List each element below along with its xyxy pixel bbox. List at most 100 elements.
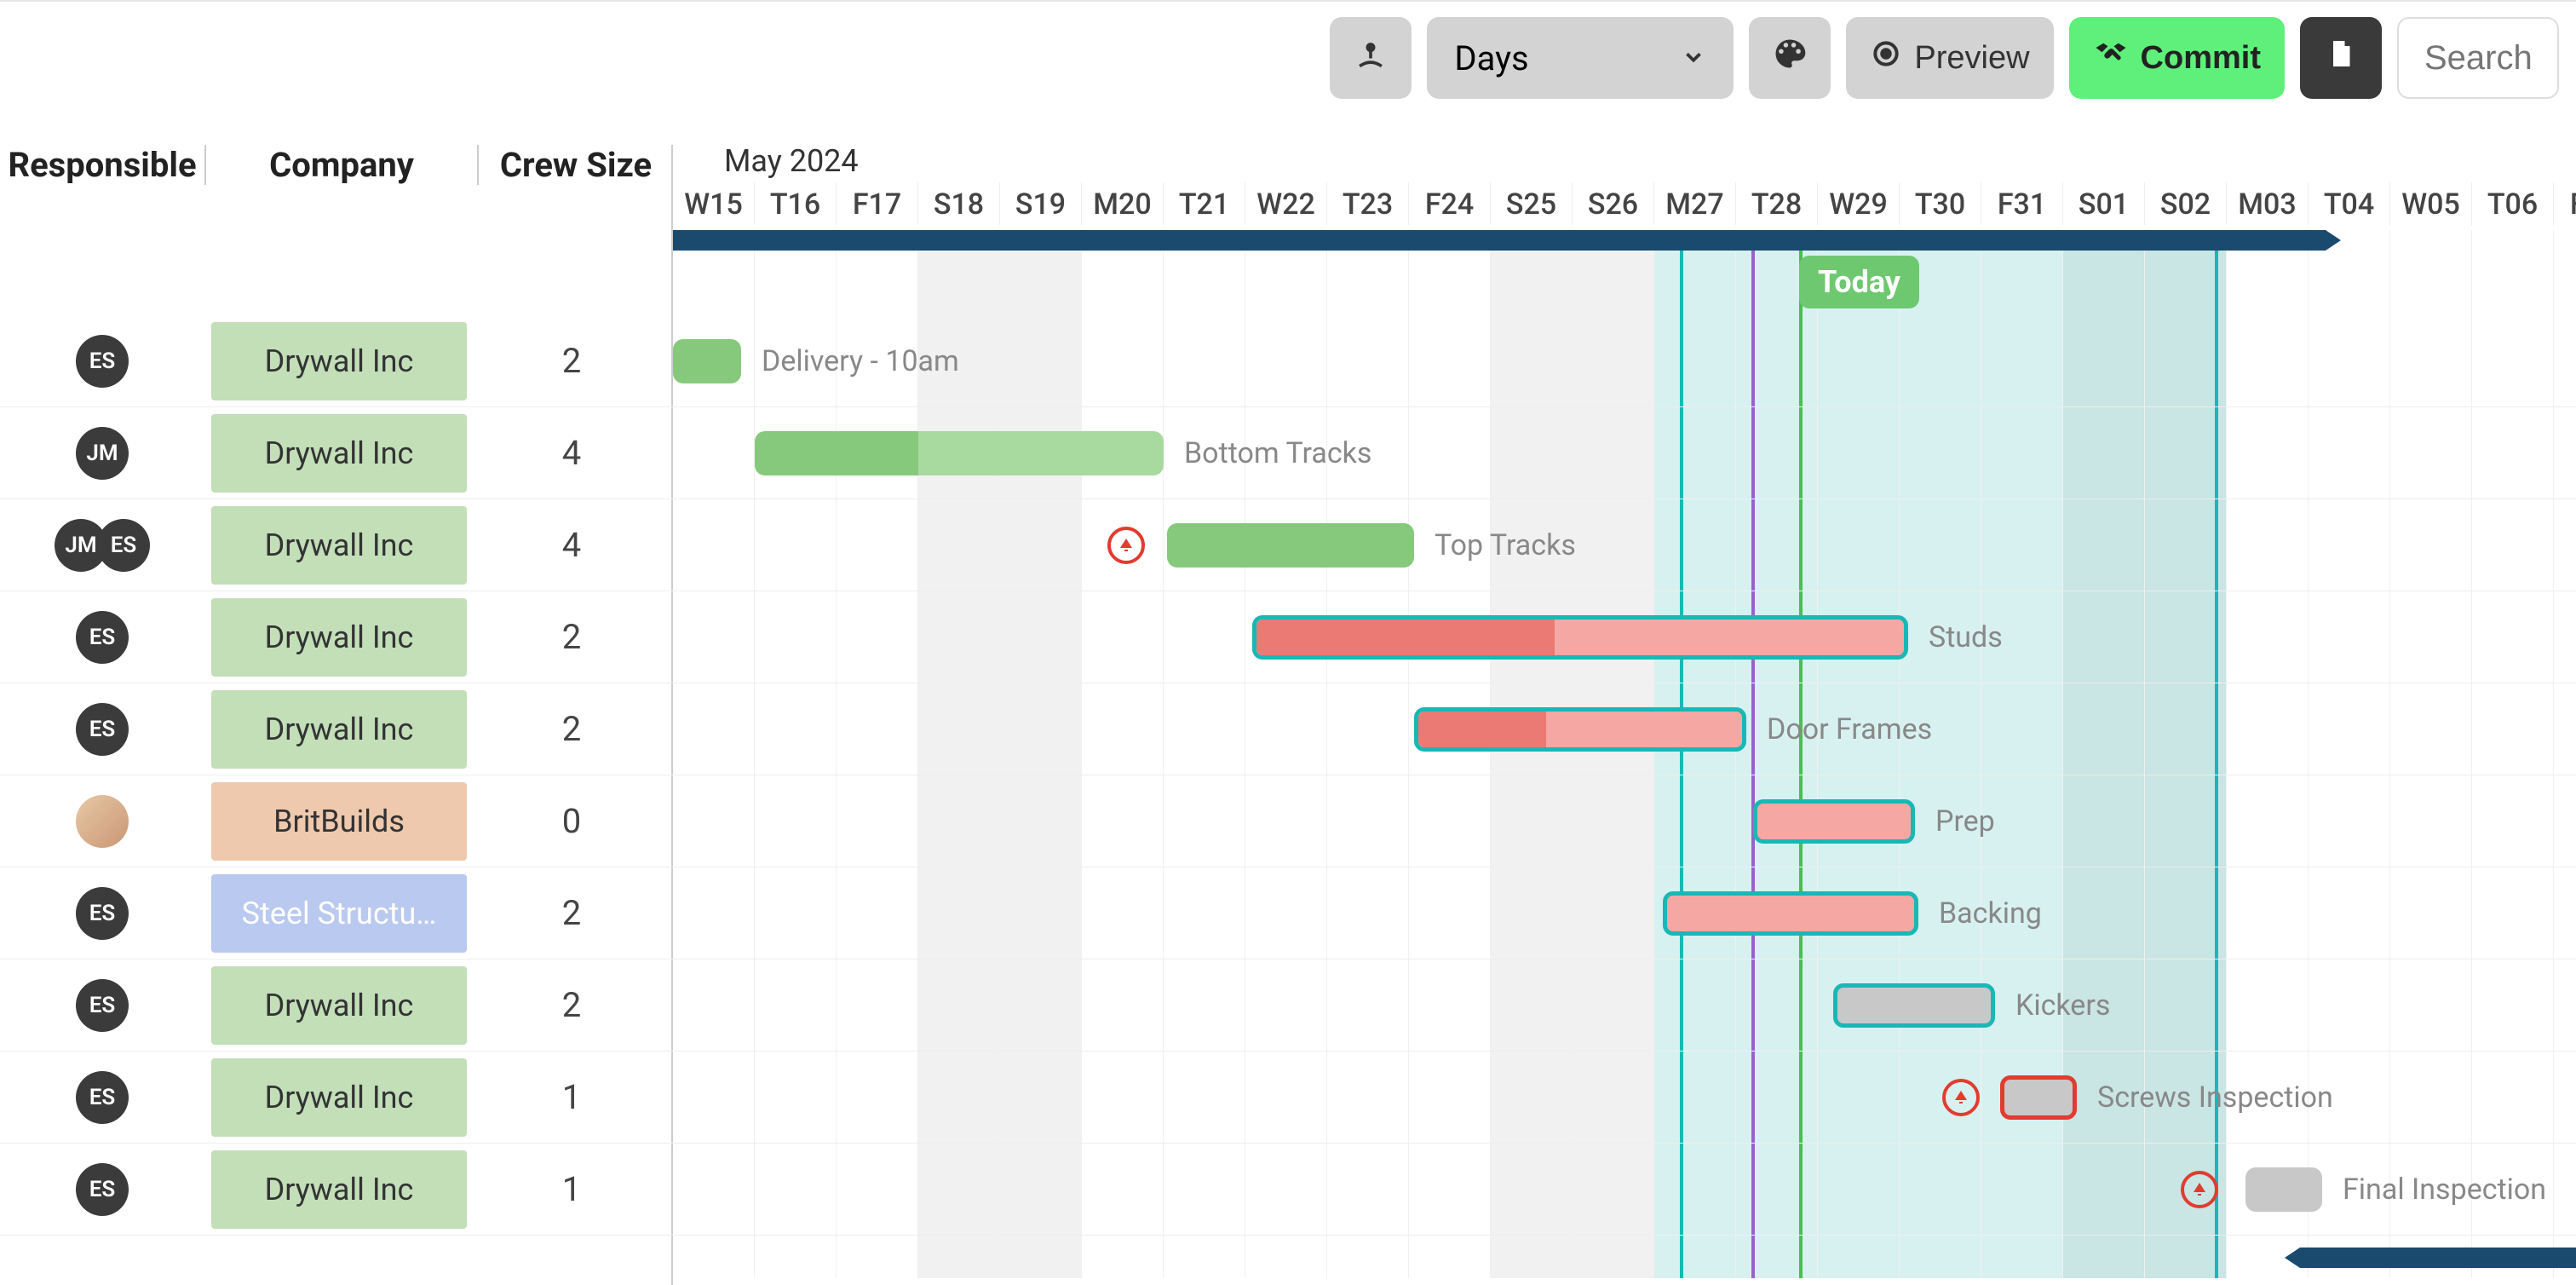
chevron-down-icon bbox=[1681, 38, 1706, 78]
day-header: M27 bbox=[1654, 182, 1736, 225]
crew-cell: 1 bbox=[474, 1169, 670, 1209]
scale-dropdown[interactable]: Days bbox=[1427, 17, 1734, 99]
avatar[interactable]: ES bbox=[76, 979, 129, 1032]
company-cell[interactable]: Drywall Inc bbox=[211, 1150, 467, 1229]
task: Kickers bbox=[1833, 983, 2110, 1028]
responsible-cell: ES bbox=[0, 703, 204, 756]
avatar[interactable] bbox=[76, 795, 129, 848]
toolbar: Days Preview Commit bbox=[1330, 17, 2576, 99]
day-header: F31 bbox=[1981, 182, 2063, 225]
roadblock-icon[interactable] bbox=[2181, 1171, 2218, 1208]
day-header: S01 bbox=[2063, 182, 2145, 225]
day-header: M03 bbox=[2227, 182, 2309, 225]
target-icon bbox=[1870, 37, 1902, 78]
task-bar[interactable] bbox=[673, 339, 741, 383]
task-label: Top Tracks bbox=[1435, 528, 1576, 562]
task-label: Kickers bbox=[2015, 988, 2110, 1023]
responsible-cell: ES bbox=[0, 887, 204, 940]
task: Studs bbox=[1252, 615, 2003, 660]
task-bar[interactable] bbox=[1252, 615, 1908, 660]
task: Delivery - 10am bbox=[673, 339, 959, 383]
day-header: W29 bbox=[1818, 182, 1900, 225]
task: Door Frames bbox=[1414, 707, 1932, 752]
crew-cell: 0 bbox=[474, 801, 670, 841]
company-cell[interactable]: Steel Structu… bbox=[211, 874, 467, 953]
summary-bar-bottom[interactable] bbox=[2300, 1248, 2576, 1268]
company-cell[interactable]: Drywall Inc bbox=[211, 1058, 467, 1137]
day-header: S26 bbox=[1573, 182, 1654, 225]
avatar[interactable]: ES bbox=[76, 335, 129, 388]
company-cell[interactable]: Drywall Inc bbox=[211, 598, 467, 677]
task-row: ESSteel Structu…2Backing bbox=[0, 867, 2576, 959]
avatar[interactable]: ES bbox=[97, 519, 150, 572]
avatar[interactable]: ES bbox=[76, 1163, 129, 1216]
roadblock-icon[interactable] bbox=[1107, 527, 1145, 564]
task-bar[interactable] bbox=[755, 431, 1164, 475]
task-bar[interactable] bbox=[1753, 799, 1915, 844]
crew-cell: 2 bbox=[474, 709, 670, 749]
avatar[interactable]: JM bbox=[76, 427, 129, 480]
responsible-cell: ES bbox=[0, 611, 204, 664]
avatar[interactable]: ES bbox=[76, 1071, 129, 1124]
task-bar[interactable] bbox=[2245, 1167, 2322, 1212]
task-bar[interactable] bbox=[1663, 891, 1918, 936]
columns-header: Responsible Company Crew Size bbox=[0, 145, 673, 185]
task-label: Backing bbox=[1939, 896, 2042, 931]
day-header: F17 bbox=[837, 182, 918, 225]
gantt-grid: Today ESDrywall Inc2Delivery - 10amJMDry… bbox=[0, 230, 2576, 1278]
day-header: T16 bbox=[755, 182, 837, 225]
col-crew: Crew Size bbox=[477, 145, 673, 185]
day-header: W05 bbox=[2390, 182, 2472, 225]
task-row: JMDrywall Inc4Bottom Tracks bbox=[0, 407, 2576, 499]
avatar[interactable]: ES bbox=[76, 887, 129, 940]
day-header: S25 bbox=[1491, 182, 1573, 225]
task: Backing bbox=[1663, 891, 2042, 936]
task-row: JMESDrywall Inc4Top Tracks bbox=[0, 499, 2576, 591]
preview-button[interactable]: Preview bbox=[1846, 17, 2053, 99]
summary-bar-top[interactable] bbox=[673, 230, 2326, 251]
document-button[interactable] bbox=[2300, 17, 2382, 99]
responsible-cell: ES bbox=[0, 335, 204, 388]
task-bar[interactable] bbox=[1167, 523, 1414, 568]
company-cell[interactable]: Drywall Inc bbox=[211, 506, 467, 585]
company-cell[interactable]: BritBuilds bbox=[211, 782, 467, 861]
timeline-header: W15T16F17S18S19M20T21W22T23F24S25S26M27T… bbox=[673, 182, 2576, 225]
avatar[interactable]: ES bbox=[76, 703, 129, 756]
day-header: W22 bbox=[1245, 182, 1327, 225]
company-cell[interactable]: Drywall Inc bbox=[211, 690, 467, 769]
month-label: May 2024 bbox=[724, 143, 859, 179]
commit-label: Commit bbox=[2141, 40, 2261, 77]
avatar[interactable]: ES bbox=[76, 611, 129, 664]
company-cell[interactable]: Drywall Inc bbox=[211, 322, 467, 400]
company-cell[interactable]: Drywall Inc bbox=[211, 966, 467, 1045]
task-bar[interactable] bbox=[1833, 983, 1995, 1028]
crew-cell: 2 bbox=[474, 985, 670, 1025]
scale-label: Days bbox=[1454, 38, 1528, 78]
task-row: ES Drywall Inc2 Kickers bbox=[0, 959, 2576, 1052]
day-header: S02 bbox=[2145, 182, 2227, 225]
day-header: W15 bbox=[673, 182, 755, 225]
task-row: ESDrywall Inc1Screws Inspection bbox=[0, 1052, 2576, 1144]
handshake-icon bbox=[2093, 36, 2129, 80]
task-label: Prep bbox=[1935, 804, 1995, 838]
location-button[interactable] bbox=[1330, 17, 1412, 99]
task-bar[interactable] bbox=[2000, 1075, 2077, 1120]
task-label: Final Inspection bbox=[2343, 1173, 2546, 1207]
task-bar[interactable] bbox=[1414, 707, 1746, 752]
crew-cell: 4 bbox=[474, 433, 670, 473]
task: Top Tracks bbox=[1167, 523, 1576, 568]
responsible-cell: ES bbox=[0, 1163, 204, 1216]
company-cell[interactable]: Drywall Inc bbox=[211, 414, 467, 493]
task-label: Screws Inspection bbox=[2097, 1080, 2333, 1115]
roadblock-icon[interactable] bbox=[1942, 1079, 1980, 1116]
palette-button[interactable] bbox=[1749, 17, 1831, 99]
commit-button[interactable]: Commit bbox=[2069, 17, 2285, 99]
col-company: Company bbox=[204, 145, 477, 185]
day-header: S18 bbox=[918, 182, 1000, 225]
palette-icon bbox=[1771, 35, 1808, 81]
search-input[interactable] bbox=[2397, 17, 2559, 99]
task: Final Inspection bbox=[2245, 1167, 2546, 1212]
task-label: Studs bbox=[1929, 620, 2003, 654]
today-badge: Today bbox=[1799, 256, 1919, 308]
responsible-cell: ES bbox=[0, 979, 204, 1032]
